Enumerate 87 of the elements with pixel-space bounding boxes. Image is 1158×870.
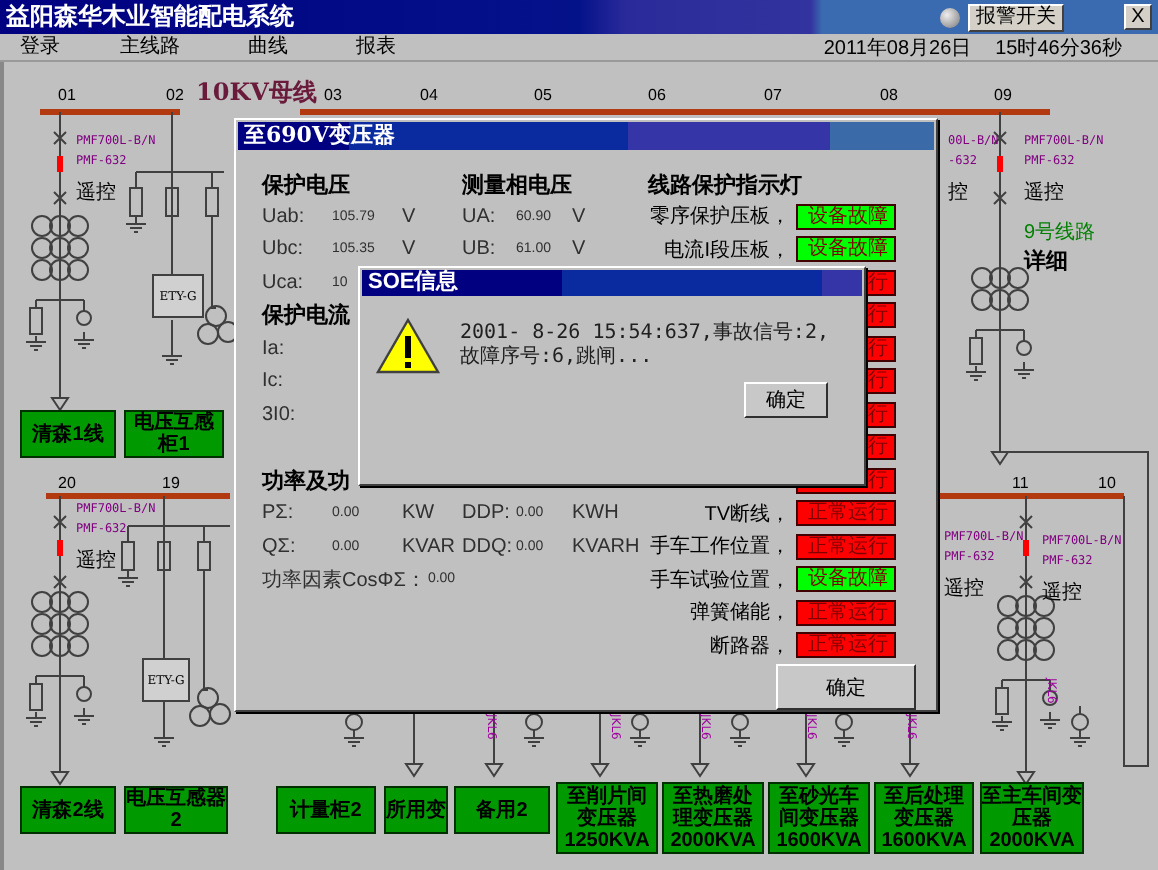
bay-number: 07 xyxy=(764,86,782,104)
status-indicator: 正常运行 xyxy=(796,632,896,659)
measurement-label: QΣ: xyxy=(262,535,296,558)
section-heading: 线路保护指示灯 xyxy=(648,169,802,199)
bay-number: 09 xyxy=(994,86,1012,104)
feeder-button[interactable]: 电压互感器2 xyxy=(124,786,228,834)
remote-control-label: 遥控 xyxy=(76,547,116,574)
menu-item[interactable]: 登录 xyxy=(20,35,60,59)
unit-label: KWH xyxy=(572,502,619,525)
measurement-label: UB: xyxy=(462,238,496,261)
measurement-label: 3I0: xyxy=(262,403,296,426)
indicator-label: 手车工作位置， xyxy=(650,533,792,561)
ok-button[interactable]: 确定 xyxy=(744,382,828,418)
dialog-title: SOE信息 xyxy=(362,270,862,296)
menu-item[interactable]: 主线路 xyxy=(120,35,180,59)
bay-number: 11 xyxy=(1012,474,1029,492)
section-heading: 功率及功 xyxy=(262,465,350,496)
feeder-button[interactable]: 电压互感柜1 xyxy=(124,410,224,458)
measurement-label: 功率因素CosΦΣ： xyxy=(262,567,426,594)
measurement-label: Uab: xyxy=(262,205,305,228)
detail-link[interactable]: 详细 xyxy=(1024,246,1068,276)
remote-control-label: 遥控 xyxy=(1042,579,1082,606)
unit-label: KVARH xyxy=(572,535,640,558)
measurement-label: Ubc: xyxy=(262,238,304,261)
unit-label: V xyxy=(572,238,586,261)
feeder-button[interactable]: 清森2线 xyxy=(20,786,116,834)
status-indicator: 设备故障 xyxy=(796,203,896,230)
unit-label: KW xyxy=(402,502,435,525)
ok-button[interactable]: 确定 xyxy=(776,664,916,710)
feeder-button[interactable]: 备用2 xyxy=(454,786,550,834)
bay-number: 06 xyxy=(648,86,666,104)
feeder-button[interactable]: 至主车间变压器2000KVA xyxy=(980,782,1084,854)
unit-label: KVAR xyxy=(402,535,455,558)
section-heading: 保护电压 xyxy=(262,169,350,199)
measurement-label: Ic: xyxy=(262,370,284,393)
remote-control-label: 遥控 xyxy=(944,575,984,602)
remote-control-label: 控 xyxy=(948,180,968,206)
bay-number: 04 xyxy=(420,86,438,104)
remote-control-label: 遥控 xyxy=(76,179,116,206)
menu-item[interactable]: 曲线 xyxy=(248,35,288,59)
bay-number: 20 xyxy=(58,474,76,492)
status-indicator: 正常运行 xyxy=(796,533,896,560)
dialog-title: 至690V变压器 xyxy=(238,122,934,150)
status-indicator: 设备故障 xyxy=(796,566,896,593)
indicator-label: 手车试验位置， xyxy=(650,567,792,594)
time-text: 15时46分36秒 xyxy=(995,35,1122,61)
bay-number: 02 xyxy=(166,86,184,104)
indicator-label: 断路器， xyxy=(710,633,792,660)
indicator-label: 弹簧储能， xyxy=(690,599,792,627)
section-heading: 保护电流 xyxy=(262,300,350,331)
measurement-label: UA: xyxy=(462,205,496,228)
indicator-label: 电流I段压板， xyxy=(664,237,792,264)
feeder-button[interactable]: 至砂光车间变压器1600KVA xyxy=(768,782,870,854)
feeder-button[interactable]: 至削片间变压器1250KVA xyxy=(556,782,658,854)
menu-item[interactable]: 报表 xyxy=(356,35,396,59)
measurement-label: Ia: xyxy=(262,337,285,360)
bus-title: 10KV母线 xyxy=(196,76,317,110)
feeder-button[interactable]: 清森1线 xyxy=(20,410,116,458)
indicator-label: 零序保护压板， xyxy=(650,203,792,231)
bay-number: 10 xyxy=(1098,474,1116,492)
measurement-label: DDP: xyxy=(462,502,510,525)
window-title: 益阳森华木业智能配电系统 xyxy=(6,0,296,34)
bay-number: 01 xyxy=(58,86,76,104)
bay-number: 03 xyxy=(324,86,342,104)
line-name: 9号线路 xyxy=(1024,219,1096,246)
section-heading: 测量相电压 xyxy=(462,169,572,199)
remote-control-label: 遥控 xyxy=(1024,179,1064,206)
feeder-button[interactable]: 计量柜2 xyxy=(276,786,376,834)
feeder-button[interactable]: 至热磨处理变压器2000KVA xyxy=(662,782,764,854)
unit-label: V xyxy=(572,205,586,228)
unit-label: V xyxy=(402,205,416,228)
close-button[interactable]: X xyxy=(1124,4,1152,30)
indicator-label: TV断线， xyxy=(704,501,792,528)
status-indicator: 设备故障 xyxy=(796,236,896,263)
date-text: 2011年08月26日 xyxy=(823,35,972,61)
bay-number: 19 xyxy=(162,474,180,492)
measurement-label: DDQ: xyxy=(462,535,512,558)
measurement-label: Uca: xyxy=(262,271,304,294)
status-indicator: 正常运行 xyxy=(796,599,896,626)
bay-number: 08 xyxy=(880,86,898,104)
alarm-toggle-button[interactable]: 报警开关 xyxy=(968,3,1064,31)
bay-number: 05 xyxy=(534,86,552,104)
status-indicator: 正常运行 xyxy=(796,500,896,527)
measurement-label: PΣ: xyxy=(262,502,294,525)
unit-label: V xyxy=(402,238,416,261)
feeder-button[interactable]: 所用变 xyxy=(384,786,448,834)
feeder-button[interactable]: 至后处理变压器1600KVA xyxy=(874,782,974,854)
